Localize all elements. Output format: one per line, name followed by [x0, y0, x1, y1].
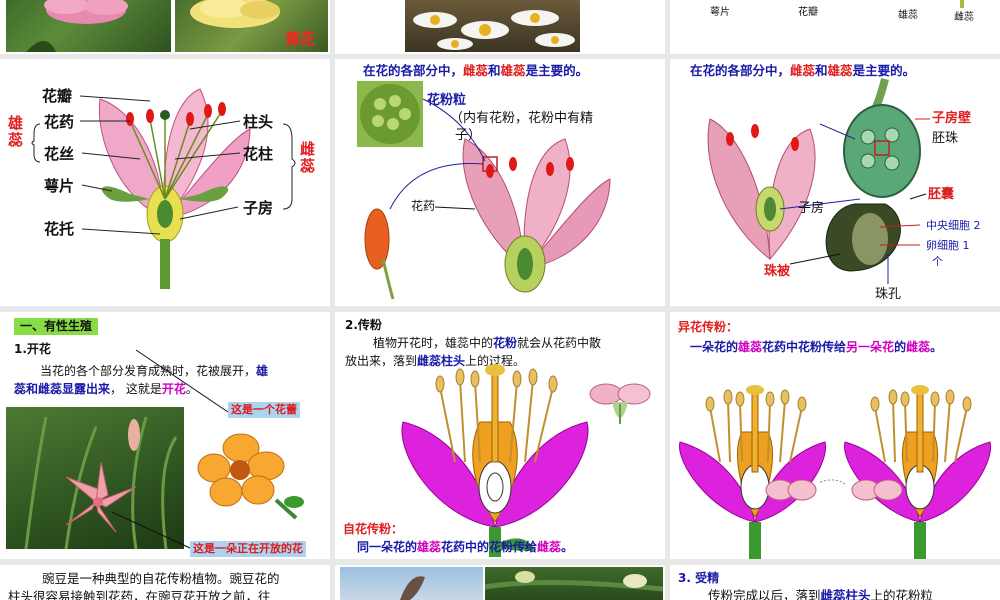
flower-right: [844, 385, 992, 559]
pixel-flower-svg: [197, 433, 304, 520]
label-ovule: 胚珠: [932, 131, 959, 146]
label-ovary-3: 子房: [798, 201, 825, 216]
pink-lily-svg: [26, 0, 128, 52]
label-central-cell: 中央细胞 2: [926, 219, 981, 232]
panel-bottom-middle: [335, 565, 665, 600]
yellow-lily-photo: 黄花: [175, 0, 328, 52]
label-petal-top: 花瓣: [798, 7, 818, 18]
label-ovary: 子房: [243, 199, 274, 217]
section-heading-sexual-reproduction: 一、有性生殖: [14, 318, 99, 335]
green-flower-svg: [485, 571, 663, 592]
label-anther: 花药: [44, 113, 75, 131]
flower-left: [679, 385, 827, 559]
lily-photo-svg: [24, 416, 178, 549]
subheading-fertilization: 3. 受精: [678, 571, 720, 585]
label-petal: 花瓣: [42, 87, 73, 105]
panel-pollination: 2.传粉 植物开花时，雄蕊中的花粉就会从花药中散 放出来，落到雌蕊柱头上的过程。: [335, 312, 665, 559]
bud-label: 这是一个花蕾: [228, 402, 300, 418]
pollen-desc-line1: （内有花粉，花粉中有精: [450, 111, 594, 126]
label-sepal-top: 萼片: [710, 7, 730, 18]
fertilization-text: 传粉完成以后，落到雌蕊柱头上的花粉粒: [708, 588, 934, 600]
label-stamen-group: 雄蕊: [8, 114, 24, 149]
butterfly-svg: [400, 576, 425, 600]
cross-pollination-svg: [679, 385, 992, 559]
label-embryo-sac: 胚囊: [928, 187, 955, 202]
lily-photo: [6, 407, 184, 549]
label-style: 花柱: [243, 145, 274, 163]
subheading-flowering: 1.开花: [14, 342, 51, 356]
panel-flowering: 一、有性生殖 1.开花 当花的各个部分发育成熟时，花被展开，雄 蕊和雌蕊显露出来…: [0, 312, 330, 559]
label-anther-2: 花药: [411, 199, 436, 213]
pollen-svg: [357, 81, 611, 300]
daisy-svg: [413, 10, 575, 50]
label-stamen-top: 雄蕊: [898, 10, 918, 21]
panel-flower-structure: 花瓣 花药 花丝 萼片 花托 雄蕊 柱头 花柱 子房 雌蕊: [0, 59, 330, 306]
flowering-text-line2: 蕊和雌蕊显露出来， 这就是开花。: [14, 382, 198, 396]
panel-pollen: 在花的各部分中，雌蕊和雄蕊是主要的。 花粉粒 （内有花粉，花粉中有精 子） 花药: [335, 59, 665, 306]
flowering-text-line1: 当花的各个部分发育成熟时，花被展开，雄: [40, 364, 269, 378]
panel-top-left: 黄花: [0, 0, 330, 54]
pink-lily-photo: [6, 0, 171, 52]
open-flower-label: 这是一朵正在开放的花: [190, 541, 306, 557]
self-pollination-title: 自花传粉：: [343, 522, 404, 536]
label-stigma: 柱头: [243, 113, 274, 131]
butterfly-photo: [340, 567, 483, 600]
panel-top-middle: [335, 0, 665, 54]
label-egg-cell: 卵细胞 1: [926, 239, 970, 252]
label-sepal: 萼片: [44, 177, 75, 195]
label-egg-unit: 个: [932, 255, 943, 268]
label-receptacle: 花托: [44, 220, 75, 238]
panel-cross-pollination: 异花传粉： 一朵花的雄蕊花药中花粉传给另一朵花的雌蕊。: [670, 312, 1000, 559]
green-flower-photo: [485, 567, 663, 600]
panel-ovule: 在花的各部分中，雌蕊和雄蕊是主要的。 子房壁 胚珠 子房 胚囊 中央细胞 2 卵…: [670, 59, 1000, 306]
label-micropyle: 珠孔: [875, 287, 902, 302]
label-ovary-wall: 子房壁: [932, 111, 972, 126]
daisy-photo: [405, 0, 580, 52]
label-pistil-top: 雌蕊: [954, 12, 974, 23]
self-pollination-desc: 同一朵花的雄蕊花药中的花粉传给雌蕊。: [357, 540, 574, 554]
pistil-stub: [960, 0, 964, 8]
pea-text-line2: 柱头很容易接触到花药，在豌豆花开放之前，往: [8, 589, 271, 600]
label-filament: 花丝: [44, 145, 75, 163]
panel-top-right: 萼片 花瓣 雄蕊 雌蕊: [670, 0, 1000, 54]
pollen-desc-line2: 子）: [455, 128, 482, 143]
pea-text-line1: 豌豆是一种典型的自花传粉植物。豌豆花的: [42, 571, 280, 586]
ovule-svg: [707, 78, 930, 284]
yellow-flower-caption: 黄花: [285, 30, 316, 48]
label-pollen-grain: 花粉粒: [427, 93, 467, 108]
label-pistil-group: 雌蕊: [300, 140, 316, 175]
panel-fertilization: 3. 受精 传粉完成以后，落到雌蕊柱头上的花粉粒: [670, 565, 1000, 600]
panel-pea: 豌豆是一种典型的自花传粉植物。豌豆花的 柱头很容易接触到花药，在豌豆花开放之前，…: [0, 565, 330, 600]
label-integument: 珠被: [764, 264, 791, 279]
